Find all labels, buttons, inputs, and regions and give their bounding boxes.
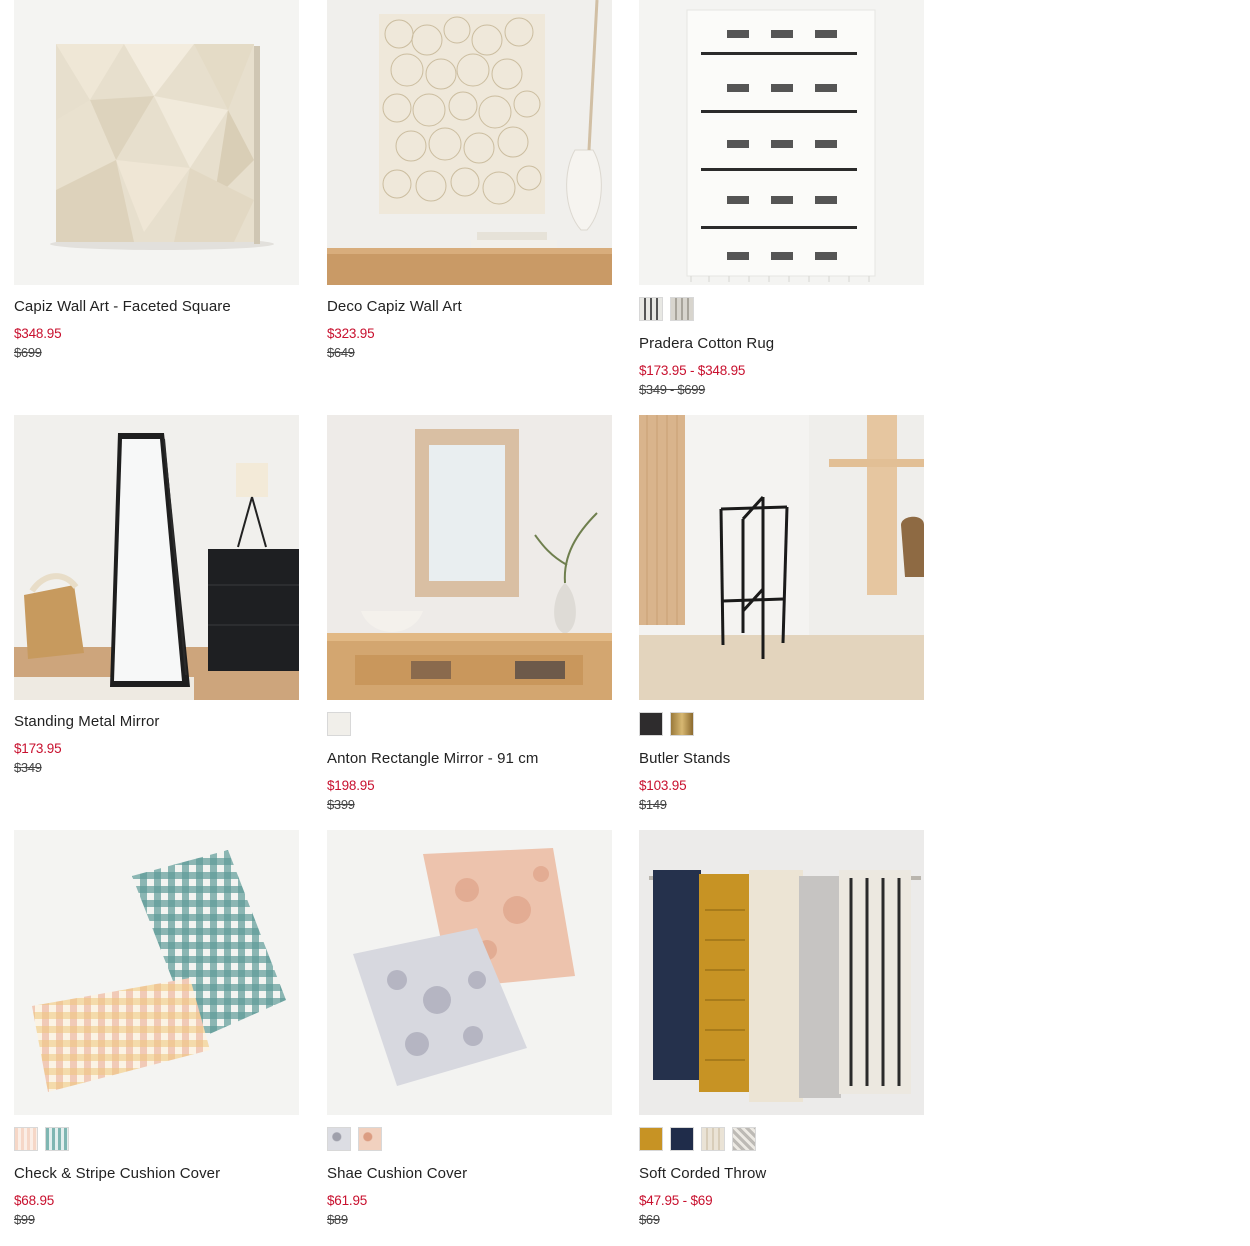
product-card[interactable]: Pradera Cotton Rug $173.95 - $348.95 $34… <box>639 0 924 398</box>
sale-price: $198.95 <box>327 778 375 793</box>
product-image[interactable] <box>639 830 924 1115</box>
swatch-pink-check[interactable] <box>14 1127 38 1151</box>
sale-price: $68.95 <box>14 1193 55 1208</box>
product-image[interactable] <box>327 830 612 1115</box>
color-swatches <box>327 1127 612 1152</box>
original-price: $89 <box>327 1212 348 1227</box>
color-swatches <box>14 1127 299 1152</box>
swatch-navy[interactable] <box>670 1127 694 1151</box>
sale-price: $61.95 <box>327 1193 368 1208</box>
original-price: $349 <box>14 760 42 775</box>
swatch-black[interactable] <box>639 712 663 736</box>
sale-price: $348.95 <box>14 326 62 341</box>
product-image[interactable] <box>327 0 612 285</box>
swatch-natural[interactable] <box>701 1127 725 1151</box>
swatch-grey-stripe[interactable] <box>732 1127 756 1151</box>
sale-price: $173.95 - $348.95 <box>639 363 746 378</box>
original-price: $399 <box>327 797 355 812</box>
color-swatches <box>639 712 924 737</box>
original-price: $69 <box>639 1212 660 1227</box>
product-card[interactable]: Shae Cushion Cover $61.95 $89 <box>327 830 612 1228</box>
product-name[interactable]: Butler Stands <box>639 750 924 768</box>
swatch-dark-horseradish[interactable] <box>639 1127 663 1151</box>
original-price: $349 - $699 <box>639 382 706 397</box>
product-card[interactable]: Deco Capiz Wall Art $323.95 $649 <box>327 0 612 361</box>
product-card[interactable]: Butler Stands $103.95 $149 <box>639 415 924 813</box>
product-name[interactable]: Check & Stripe Cushion Cover <box>14 1165 299 1183</box>
swatch-blush-floral[interactable] <box>358 1127 382 1151</box>
product-name[interactable]: Standing Metal Mirror <box>14 713 299 731</box>
swatch-white-wash[interactable] <box>327 712 351 736</box>
sale-price: $323.95 <box>327 326 375 341</box>
swatch-teal-check[interactable] <box>45 1127 69 1151</box>
product-card[interactable]: Capiz Wall Art - Faceted Square $348.95 … <box>14 0 299 361</box>
product-image[interactable] <box>14 0 299 285</box>
product-card[interactable]: Standing Metal Mirror $173.95 $349 <box>14 415 299 776</box>
sale-price: $47.95 - $69 <box>639 1193 713 1208</box>
product-name[interactable]: Soft Corded Throw <box>639 1165 924 1183</box>
product-card[interactable]: Soft Corded Throw $47.95 - $69 $69 <box>639 830 924 1228</box>
product-name[interactable]: Shae Cushion Cover <box>327 1165 612 1183</box>
product-name[interactable]: Deco Capiz Wall Art <box>327 298 612 316</box>
product-card[interactable]: Check & Stripe Cushion Cover $68.95 $99 <box>14 830 299 1228</box>
swatch-grey-floral[interactable] <box>327 1127 351 1151</box>
color-swatches <box>639 1127 924 1152</box>
product-image[interactable] <box>639 0 924 285</box>
sale-price: $173.95 <box>14 741 62 756</box>
product-name[interactable]: Pradera Cotton Rug <box>639 335 924 353</box>
original-price: $149 <box>639 797 667 812</box>
color-swatches <box>639 297 924 322</box>
product-name[interactable]: Anton Rectangle Mirror - 91 cm <box>327 750 612 768</box>
swatch-grey-pattern[interactable] <box>670 297 694 321</box>
original-price: $99 <box>14 1212 35 1227</box>
product-image[interactable] <box>14 415 299 700</box>
original-price: $649 <box>327 345 355 360</box>
product-image[interactable] <box>327 415 612 700</box>
product-image[interactable] <box>14 830 299 1115</box>
product-image[interactable] <box>639 415 924 700</box>
swatch-antique-brass[interactable] <box>670 712 694 736</box>
product-card[interactable]: Anton Rectangle Mirror - 91 cm $198.95 $… <box>327 415 612 813</box>
product-name[interactable]: Capiz Wall Art - Faceted Square <box>14 298 299 316</box>
swatch-black-white-pattern[interactable] <box>639 297 663 321</box>
color-swatches <box>327 712 612 737</box>
sale-price: $103.95 <box>639 778 687 793</box>
original-price: $699 <box>14 345 42 360</box>
